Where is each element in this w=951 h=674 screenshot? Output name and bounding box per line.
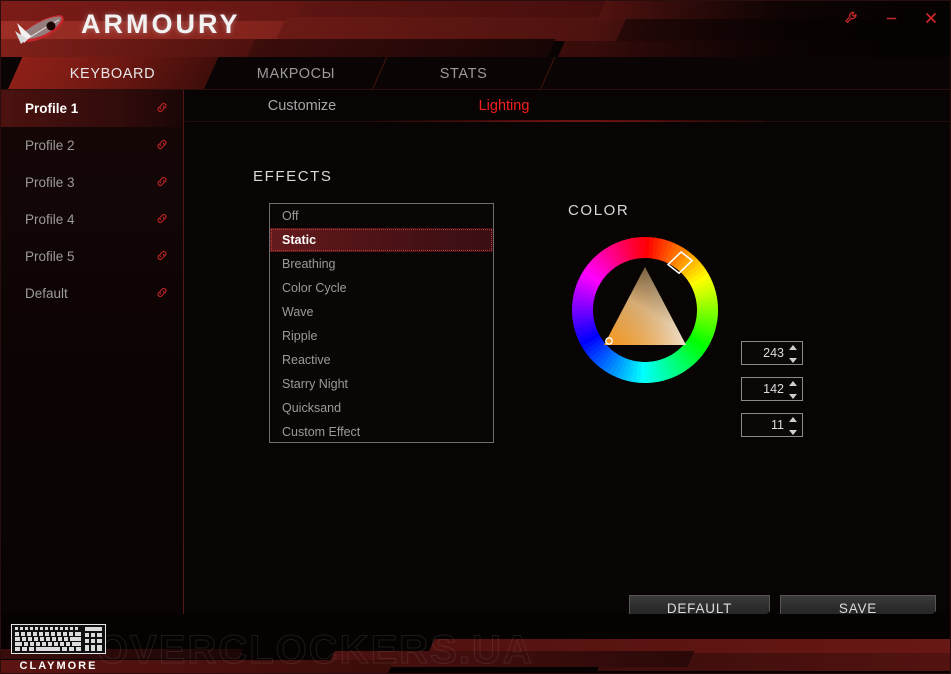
sidebar-item-label: Profile 2 xyxy=(25,138,75,153)
list-item-label: Static xyxy=(282,233,317,247)
list-item-off[interactable]: Off xyxy=(270,204,493,228)
tab-stats[interactable]: STATS xyxy=(374,57,555,90)
color-wheel[interactable] xyxy=(570,235,720,385)
armoury-window: ARMOURY KEYBOARD МАКРОСЫ STATS Profile 1… xyxy=(0,0,951,674)
tab-customize-label: Customize xyxy=(267,98,337,114)
tab-lighting-label: Lighting xyxy=(478,98,530,114)
sidebar-item-label: Profile 1 xyxy=(25,101,79,116)
sidebar-item-profile-5[interactable]: Profile 5 xyxy=(1,238,183,275)
app-title: ARMOURY xyxy=(81,9,241,39)
sidebar-item-label: Profile 4 xyxy=(25,212,75,227)
rgb-inputs: 243 142 11 xyxy=(741,341,803,437)
green-value-input[interactable]: 142 xyxy=(741,377,803,401)
link-icon[interactable] xyxy=(155,137,169,154)
list-item-quicksand[interactable]: Quicksand xyxy=(270,396,493,420)
watermark: OVERCLOCKERS.UA xyxy=(97,628,534,673)
tab-lighting[interactable]: Lighting xyxy=(429,90,579,122)
list-item-label: Reactive xyxy=(282,353,331,367)
sidebar-item-profile-2[interactable]: Profile 2 xyxy=(1,127,183,164)
title-bar: ARMOURY xyxy=(1,1,950,57)
stepper-down-icon[interactable] xyxy=(789,394,797,399)
list-item-breathing[interactable]: Breathing xyxy=(270,252,493,276)
close-icon[interactable] xyxy=(918,5,944,31)
link-icon[interactable] xyxy=(155,285,169,302)
stepper-up-icon[interactable] xyxy=(789,345,797,350)
green-value-text: 142 xyxy=(763,382,784,396)
green-stepper[interactable] xyxy=(789,381,798,399)
sidebar-item-profile-4[interactable]: Profile 4 xyxy=(1,201,183,238)
tab-macros-label: МАКРОСЫ xyxy=(256,65,336,82)
list-item-ripple[interactable]: Ripple xyxy=(270,324,493,348)
settings-wrench-icon[interactable] xyxy=(838,5,864,31)
minimize-icon[interactable] xyxy=(878,5,904,31)
active-sub-tab-indicator xyxy=(375,120,765,122)
list-item-label: Starry Night xyxy=(282,377,348,391)
blue-value-input[interactable]: 11 xyxy=(741,413,803,437)
list-item-starry-night[interactable]: Starry Night xyxy=(270,372,493,396)
sidebar-item-label: Default xyxy=(25,286,68,301)
link-icon[interactable] xyxy=(155,100,169,117)
list-item-custom-effect[interactable]: Custom Effect xyxy=(270,420,493,442)
profile-sidebar: Profile 1 Profile 2 Profile 3 Profile 4 … xyxy=(1,90,184,673)
list-item-reactive[interactable]: Reactive xyxy=(270,348,493,372)
window-controls xyxy=(838,5,944,31)
list-item-static[interactable]: Static xyxy=(270,228,493,252)
sidebar-item-profile-1[interactable]: Profile 1 xyxy=(1,90,183,127)
effects-heading: EFFECTS xyxy=(253,168,333,185)
device-badge: CLAYMORE xyxy=(11,624,106,672)
device-name: CLAYMORE xyxy=(19,660,98,672)
tab-keyboard-label: KEYBOARD xyxy=(70,65,156,82)
list-item-label: Ripple xyxy=(282,329,318,343)
blue-stepper[interactable] xyxy=(789,417,798,435)
list-item-label: Wave xyxy=(282,305,314,319)
sidebar-item-profile-3[interactable]: Profile 3 xyxy=(1,164,183,201)
list-item-label: Custom Effect xyxy=(282,425,361,439)
tab-macros[interactable]: МАКРОСЫ xyxy=(206,57,387,90)
red-stepper[interactable] xyxy=(789,345,798,363)
stepper-down-icon[interactable] xyxy=(789,358,797,363)
link-icon[interactable] xyxy=(155,248,169,265)
sidebar-item-label: Profile 3 xyxy=(25,175,75,190)
list-item-label: Color Cycle xyxy=(282,281,347,295)
footer-bar: OVERCLOCKERS.UA CLAYMORE xyxy=(1,614,950,673)
stepper-down-icon[interactable] xyxy=(789,430,797,435)
main-body: Profile 1 Profile 2 Profile 3 Profile 4 … xyxy=(1,90,950,673)
main-tab-bar: KEYBOARD МАКРОСЫ STATS xyxy=(1,57,950,90)
keyboard-icon xyxy=(11,624,106,654)
tab-customize[interactable]: Customize xyxy=(227,90,377,122)
red-value-input[interactable]: 243 xyxy=(741,341,803,365)
list-item-color-cycle[interactable]: Color Cycle xyxy=(270,276,493,300)
link-icon[interactable] xyxy=(155,211,169,228)
stepper-up-icon[interactable] xyxy=(789,381,797,386)
sidebar-item-label: Profile 5 xyxy=(25,249,75,264)
color-heading: COLOR xyxy=(568,202,630,219)
list-item-label: Off xyxy=(282,209,299,223)
list-item-label: Breathing xyxy=(282,257,336,271)
rog-eye-logo-icon xyxy=(13,9,69,49)
tab-keyboard[interactable]: KEYBOARD xyxy=(7,57,219,90)
stepper-up-icon[interactable] xyxy=(789,417,797,422)
blue-value-text: 11 xyxy=(771,418,784,432)
sidebar-item-default[interactable]: Default xyxy=(1,275,183,312)
effects-list[interactable]: Off Static Breathing Color Cycle Wave Ri… xyxy=(269,203,494,443)
list-item-wave[interactable]: Wave xyxy=(270,300,493,324)
sub-tab-bar: Customize Lighting xyxy=(185,90,950,122)
link-icon[interactable] xyxy=(155,174,169,191)
content-panel: Customize Lighting EFFECTS Off Static Br… xyxy=(185,90,950,673)
list-item-label: Quicksand xyxy=(282,401,342,415)
tab-stats-label: STATS xyxy=(440,65,488,82)
red-value-text: 243 xyxy=(763,346,784,360)
